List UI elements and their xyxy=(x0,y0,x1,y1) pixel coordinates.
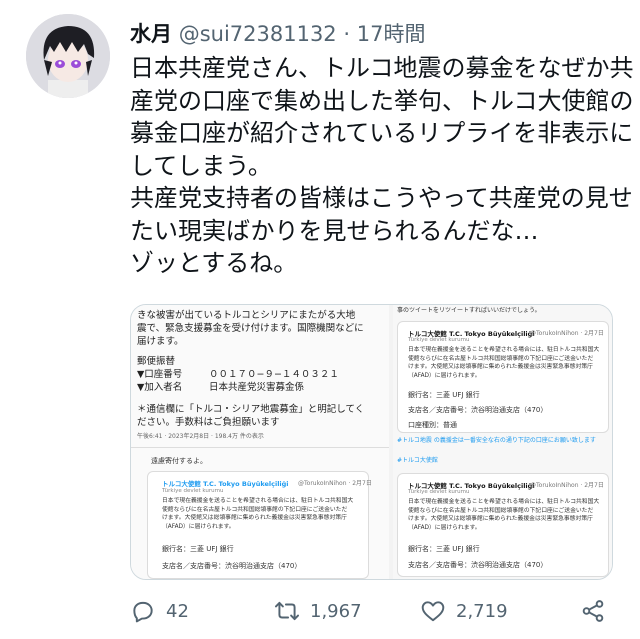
media-intro-line: 震で、緊急支援募金を受け付けます。国際機関などに xyxy=(137,323,364,334)
card-handle: @TorukoInNihon · 2月7日 xyxy=(530,330,604,337)
tweet-actions: 42 1,967 2,719 xyxy=(130,594,620,634)
avatar-illustration xyxy=(26,14,110,98)
media-account-number: ００１７０−９−１４０３２１ xyxy=(209,369,339,380)
card-branch: 支店名／支店番号：渋谷明治通支店（470） xyxy=(408,561,548,569)
retweet-count: 1,967 xyxy=(310,600,362,622)
media-name-label: ▼加入者名 xyxy=(137,382,183,393)
timestamp[interactable]: 17時間 xyxy=(357,22,426,46)
card-embassy-name: トルコ大使館 T.C. Tokyo Büyükelçiliği xyxy=(162,480,289,488)
card-body: 日本で現在義援金を送ることを希望される場合には、駐日トルコ共和国大 使館ならびに… xyxy=(408,499,600,531)
retweet-button[interactable]: 1,967 xyxy=(274,598,362,624)
display-name[interactable]: 水月 xyxy=(130,22,172,46)
card-bank: 銀行名：三菱 UFJ 銀行 xyxy=(408,545,480,553)
avatar[interactable] xyxy=(26,14,110,98)
media-transfer-label: 郵便振替 xyxy=(137,356,176,367)
media-account-label: ▼口座番号 xyxy=(137,369,183,380)
card-bank: 銀行名：三菱 UFJ 銀行 xyxy=(408,391,480,399)
like-count: 2,719 xyxy=(456,600,508,622)
retweet-icon xyxy=(274,601,300,621)
media-intro-line: きな被害が出ているトルコとシリアにまたがる大地 xyxy=(137,310,356,321)
embassy-card: トルコ大使館 T.C. Tokyo Büyükelçiliği @TorukoI… xyxy=(397,321,609,433)
tweet-text: 日本共産党さん、トルコ地震の募金をなぜか共産党の口座で集め出した挙句、トルコ大使… xyxy=(130,54,634,277)
tweet-header: 水月 @sui72381132 · 17時間 xyxy=(130,18,425,48)
media-note-line: ださい。手数料はご負担願います xyxy=(137,417,280,428)
embassy-card: トルコ大使館 T.C. Tokyo Büyükelçiliği @TorukoI… xyxy=(147,471,372,579)
media-note-line: ＊通信欄に「トルコ・シリア地震募金」と明記してく xyxy=(137,404,365,415)
card-sub: Türkiye devlet kurumu xyxy=(408,489,470,495)
card-body: 日本で現在義援金を送ることを希望される場合には、駐日トルコ共和国大 使館ならびに… xyxy=(162,498,354,530)
reply-icon xyxy=(133,601,153,623)
card-account-type: 口座種別：普通 xyxy=(408,421,457,429)
share-icon xyxy=(582,600,604,622)
media-right-top: 事のツイートをリツイートすればいいだけでしょう。 xyxy=(397,307,541,314)
media-notice: #トルコ地震 の義援金は一番安全な右の通り下記の口座にお願い致します xyxy=(397,437,596,444)
card-branch: 支店名／支店番号：渋谷明治通支店（470） xyxy=(162,562,302,570)
media-divider xyxy=(131,447,389,448)
card-sub: Türkiye devlet kurumu xyxy=(162,488,224,494)
user-handle[interactable]: @sui72381132 xyxy=(179,22,337,46)
media-left-pane: きな被害が出ているトルコとシリアにまたがる大地 震で、緊急支援募金を受け付けます… xyxy=(131,305,389,579)
media-name-value: 日本共産党災害募金係 xyxy=(209,382,305,393)
media-reply-note: 遠慮寄付するよ。 xyxy=(151,457,207,465)
like-button[interactable]: 2,719 xyxy=(420,598,508,624)
embassy-card: トルコ大使館 T.C. Tokyo Büyükelçiliği @TorukoI… xyxy=(397,473,609,577)
media-right-pane: 事のツイートをリツイートすればいいだけでしょう。 トルコ大使館 T.C. Tok… xyxy=(393,305,612,579)
card-handle: @TorukoInNihon · 2月7日 xyxy=(530,482,604,489)
card-branch: 支店名／支店番号：渋谷明治通支店（470） xyxy=(408,406,548,414)
card-sub: Türkiye devlet kurumu xyxy=(408,337,470,343)
card-bank: 銀行名：三菱 UFJ 銀行 xyxy=(162,545,234,553)
media-hashtag: #トルコ大使館 xyxy=(397,457,438,464)
reply-count: 42 xyxy=(166,600,189,622)
card-handle: @TorukoInNihon · 2月7日 xyxy=(298,480,372,487)
media-meta: 午後6:41 · 2023年2月8日 · 198.4万 件の表示 xyxy=(137,433,264,440)
share-button[interactable] xyxy=(580,598,606,624)
tweet-media[interactable]: きな被害が出ているトルコとシリアにまたがる大地 震で、緊急支援募金を受け付けます… xyxy=(130,304,613,580)
heart-icon xyxy=(421,601,445,622)
reply-button[interactable]: 42 xyxy=(130,598,189,624)
separator-dot: · xyxy=(343,22,351,46)
card-body: 日本で現在義援金を送ることを希望される場合には、駐日トルコ共和国大 使館ならびに… xyxy=(408,347,600,379)
media-intro-line: 届けます。 xyxy=(137,336,184,347)
